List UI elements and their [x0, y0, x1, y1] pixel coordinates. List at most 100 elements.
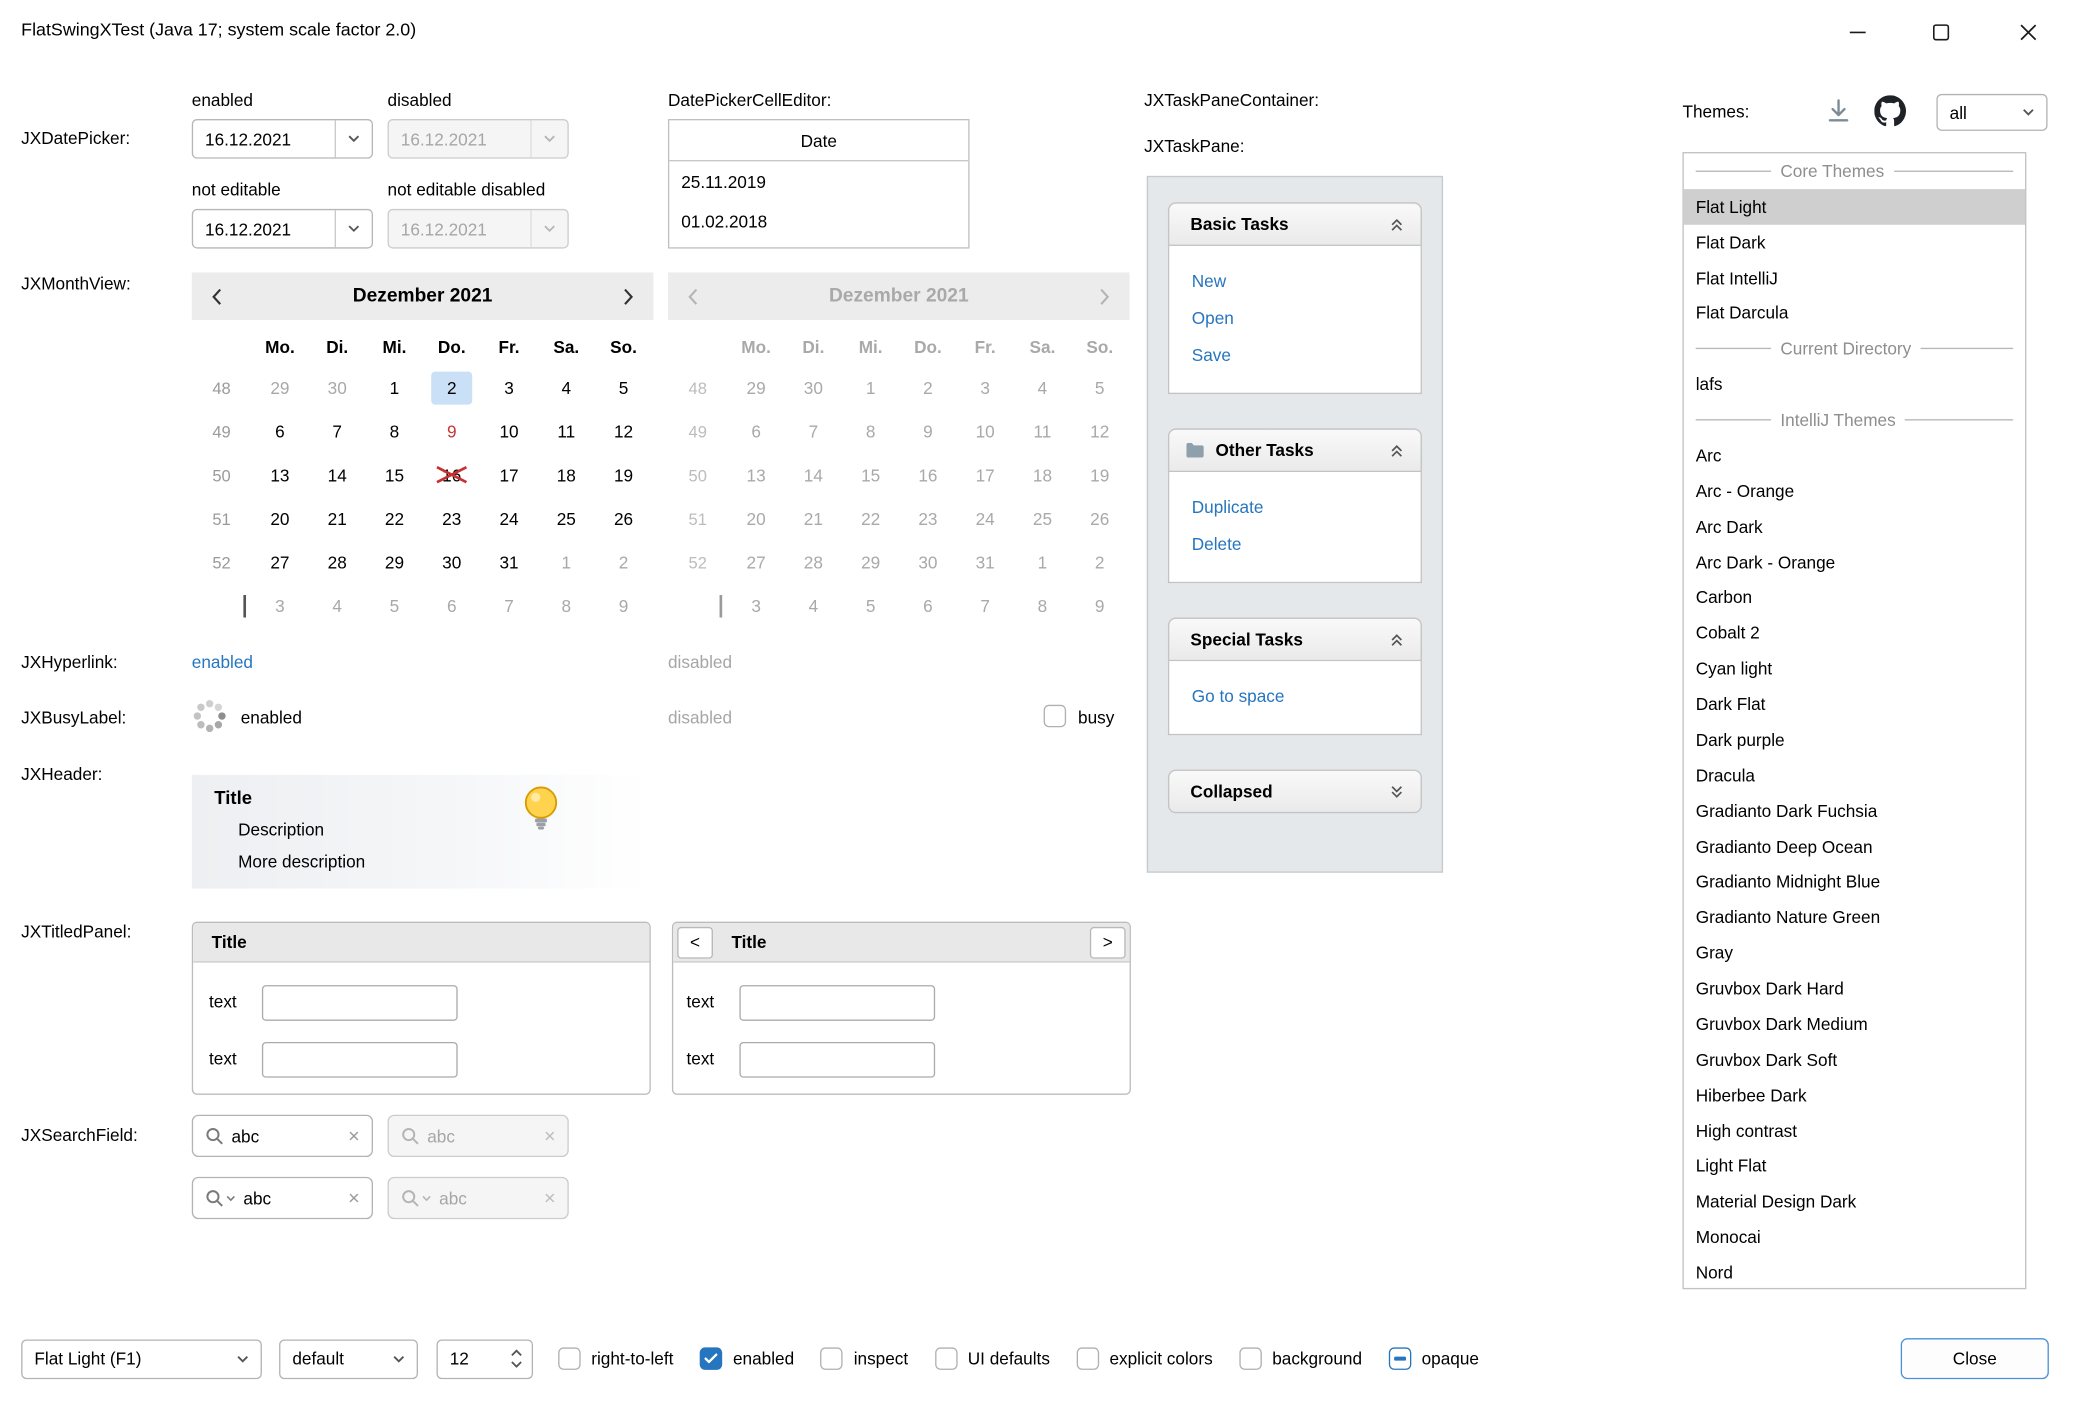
- calendar-day[interactable]: 7: [785, 410, 842, 454]
- calendar-day[interactable]: 18: [538, 454, 595, 498]
- calendar-day[interactable]: 1: [366, 366, 423, 410]
- searchfield-with-menu[interactable]: ×: [192, 1177, 373, 1219]
- theme-list-item[interactable]: Gradianto Deep Ocean: [1684, 829, 2025, 865]
- task-link[interactable]: Save: [1169, 336, 1420, 373]
- calendar-day[interactable]: 4: [785, 584, 842, 628]
- checkbox-box[interactable]: [1076, 1347, 1098, 1369]
- theme-list-item[interactable]: Gruvbox Dark Hard: [1684, 971, 2025, 1007]
- search-input[interactable]: [243, 1188, 340, 1208]
- calendar-day[interactable]: 11: [538, 410, 595, 454]
- calendar-day[interactable]: 9: [423, 410, 480, 454]
- checkbox-background[interactable]: background: [1239, 1347, 1362, 1369]
- calendar-day[interactable]: 30: [785, 366, 842, 410]
- calendar-day[interactable]: 11: [1014, 410, 1071, 454]
- maximize-button[interactable]: [1910, 5, 1971, 58]
- calendar-day[interactable]: 6: [251, 410, 308, 454]
- calendar-day[interactable]: 22: [842, 497, 899, 541]
- calendar-day[interactable]: 15: [842, 454, 899, 498]
- calendar-day[interactable]: 9: [899, 410, 956, 454]
- calendar-day[interactable]: 6: [423, 584, 480, 628]
- checkbox-explicit-colors[interactable]: explicit colors: [1076, 1347, 1212, 1369]
- calendar-day[interactable]: 12: [595, 410, 652, 454]
- theme-list-item[interactable]: Flat IntelliJ: [1684, 260, 2025, 296]
- theme-list-item[interactable]: Carbon: [1684, 580, 2025, 616]
- calendar-day[interactable]: 9: [1071, 584, 1128, 628]
- checkbox-right-to-left[interactable]: right-to-left: [558, 1347, 673, 1369]
- calendar-day[interactable]: 13: [727, 454, 784, 498]
- table-row[interactable]: 01.02.2018: [669, 201, 968, 241]
- calendar-day[interactable]: 29: [727, 366, 784, 410]
- calendar-day[interactable]: 30: [423, 541, 480, 585]
- task-link[interactable]: Open: [1169, 299, 1420, 336]
- calendar-day[interactable]: 5: [366, 584, 423, 628]
- datepicker-dropdown-button[interactable]: [335, 120, 372, 157]
- calendar-day[interactable]: 23: [423, 497, 480, 541]
- theme-list-item[interactable]: Dark purple: [1684, 722, 2025, 758]
- calendar-day[interactable]: 22: [366, 497, 423, 541]
- calendar-day[interactable]: 21: [309, 497, 366, 541]
- download-themes-icon[interactable]: [1824, 97, 1853, 126]
- calendar-day[interactable]: 10: [957, 410, 1014, 454]
- calendar-day[interactable]: 18: [1014, 454, 1071, 498]
- checkbox-box[interactable]: [558, 1347, 580, 1369]
- theme-list-item[interactable]: Gradianto Midnight Blue: [1684, 864, 2025, 900]
- theme-list-item[interactable]: Arc - Orange: [1684, 473, 2025, 509]
- calendar-day[interactable]: 3: [480, 366, 537, 410]
- busy-checkbox[interactable]: [1044, 705, 1066, 727]
- calendar-day[interactable]: 28: [785, 541, 842, 585]
- datepicker-enabled[interactable]: 16.12.2021: [192, 119, 373, 159]
- calendar-day[interactable]: 20: [251, 497, 308, 541]
- calendar-day[interactable]: 2: [899, 366, 956, 410]
- minimize-button[interactable]: [1827, 5, 1888, 58]
- titledpanel-prev-button[interactable]: <: [677, 926, 713, 958]
- calendar-day[interactable]: 8: [538, 584, 595, 628]
- calendar-day[interactable]: 16: [423, 454, 480, 498]
- calendar-day[interactable]: 3: [727, 584, 784, 628]
- theme-list-item[interactable]: lafs: [1684, 367, 2025, 403]
- calendar-day[interactable]: 2: [1071, 541, 1128, 585]
- checkbox-inspect[interactable]: inspect: [821, 1347, 909, 1369]
- calendar-day[interactable]: 9: [595, 584, 652, 628]
- taskpane-header[interactable]: Collapsed: [1168, 770, 1422, 814]
- calendar-day[interactable]: 17: [480, 454, 537, 498]
- calendar-day[interactable]: 2: [423, 366, 480, 410]
- theme-list-item[interactable]: Nord: [1684, 1255, 2025, 1289]
- theme-list-item[interactable]: Light Flat: [1684, 1148, 2025, 1184]
- text-input[interactable]: [739, 1042, 935, 1078]
- calendar-day[interactable]: 24: [957, 497, 1014, 541]
- next-month-icon[interactable]: [623, 288, 634, 305]
- taskpane-header[interactable]: Basic Tasks: [1168, 202, 1422, 246]
- calendar-day[interactable]: 20: [727, 497, 784, 541]
- calendar-day[interactable]: 19: [595, 454, 652, 498]
- theme-list-item[interactable]: Flat Light: [1684, 189, 2025, 225]
- calendar-day[interactable]: 15: [366, 454, 423, 498]
- prev-month-icon[interactable]: [212, 288, 223, 305]
- theme-list-item[interactable]: Gruvbox Dark Soft: [1684, 1042, 2025, 1078]
- calendar-day[interactable]: 10: [480, 410, 537, 454]
- search-menu-icon[interactable]: [205, 1189, 235, 1208]
- calendar-day[interactable]: 7: [957, 584, 1014, 628]
- calendar-day[interactable]: 1: [1014, 541, 1071, 585]
- theme-list-item[interactable]: Cyan light: [1684, 651, 2025, 687]
- calendar-day[interactable]: 14: [785, 454, 842, 498]
- calendar-day[interactable]: 14: [309, 454, 366, 498]
- calendar-day[interactable]: 25: [1014, 497, 1071, 541]
- calendar-day[interactable]: 8: [842, 410, 899, 454]
- calendar-day[interactable]: 3: [251, 584, 308, 628]
- calendar-day[interactable]: 29: [251, 366, 308, 410]
- theme-list-item[interactable]: Gradianto Nature Green: [1684, 900, 2025, 936]
- text-input[interactable]: [262, 1042, 458, 1078]
- calendar-day[interactable]: 4: [1014, 366, 1071, 410]
- calendar-day[interactable]: 7: [480, 584, 537, 628]
- font-combobox[interactable]: default: [279, 1339, 418, 1379]
- checkbox-box[interactable]: [935, 1347, 957, 1369]
- taskpane-header[interactable]: Special Tasks: [1168, 618, 1422, 662]
- theme-list-item[interactable]: High contrast: [1684, 1113, 2025, 1149]
- checkbox-box[interactable]: [1389, 1347, 1411, 1369]
- spinner-buttons[interactable]: [500, 1349, 532, 1369]
- checkbox-box[interactable]: [821, 1347, 843, 1369]
- clear-search-icon[interactable]: ×: [348, 1126, 360, 1146]
- calendar-day[interactable]: 27: [251, 541, 308, 585]
- table-row[interactable]: 25.11.2019: [669, 161, 968, 201]
- calendar-day[interactable]: 24: [480, 497, 537, 541]
